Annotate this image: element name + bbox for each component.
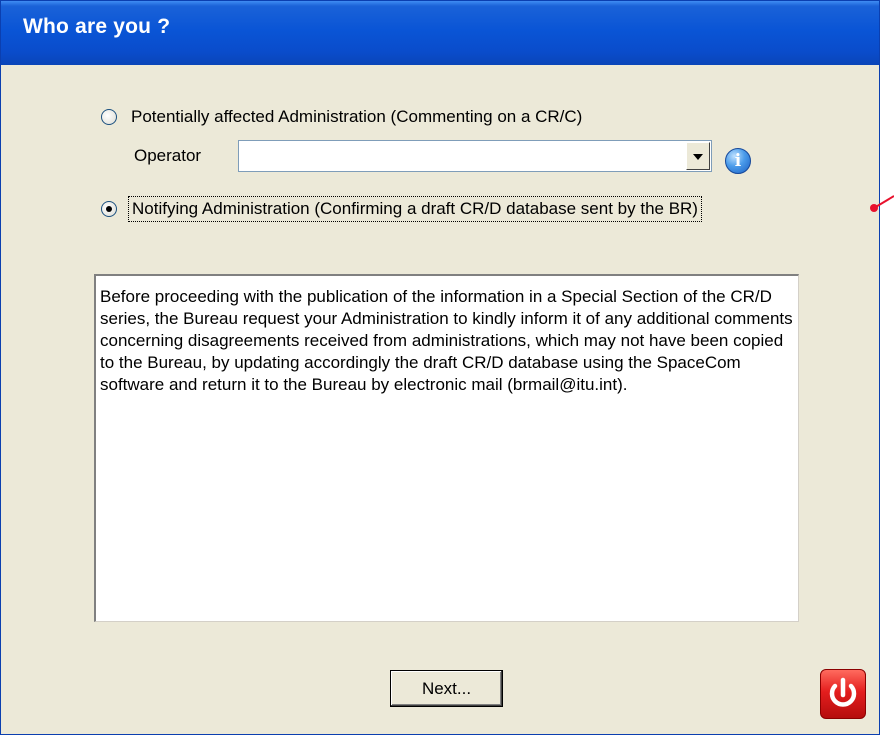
info-icon[interactable]: i (725, 148, 751, 174)
next-button[interactable]: Next... (390, 670, 503, 707)
description-textbox: Before proceeding with the publication o… (94, 274, 799, 622)
radio-button-potentially-affected[interactable] (101, 109, 117, 125)
radio-option-notifying[interactable]: Notifying Administration (Confirming a d… (101, 194, 702, 224)
power-symbol (829, 677, 857, 707)
power-icon[interactable] (820, 669, 866, 719)
chevron-down-icon (693, 154, 703, 160)
window-title: Who are you ? (23, 15, 171, 38)
operator-row: Operator (134, 139, 712, 173)
radio-label-notifying[interactable]: Notifying Administration (Confirming a d… (128, 196, 702, 222)
radio-option-potentially-affected[interactable]: Potentially affected Administration (Com… (101, 102, 582, 132)
operator-dropdown-button[interactable] (686, 142, 710, 170)
radio-button-notifying[interactable] (101, 201, 117, 217)
radio-label-potentially-affected[interactable]: Potentially affected Administration (Com… (131, 107, 582, 127)
dialog-window: Who are you ? Potentially affected Admin… (0, 0, 880, 735)
operator-label: Operator (134, 146, 202, 165)
operator-select[interactable] (238, 140, 712, 172)
title-bar: Who are you ? (1, 1, 879, 65)
radio-selected-dot (106, 206, 112, 212)
